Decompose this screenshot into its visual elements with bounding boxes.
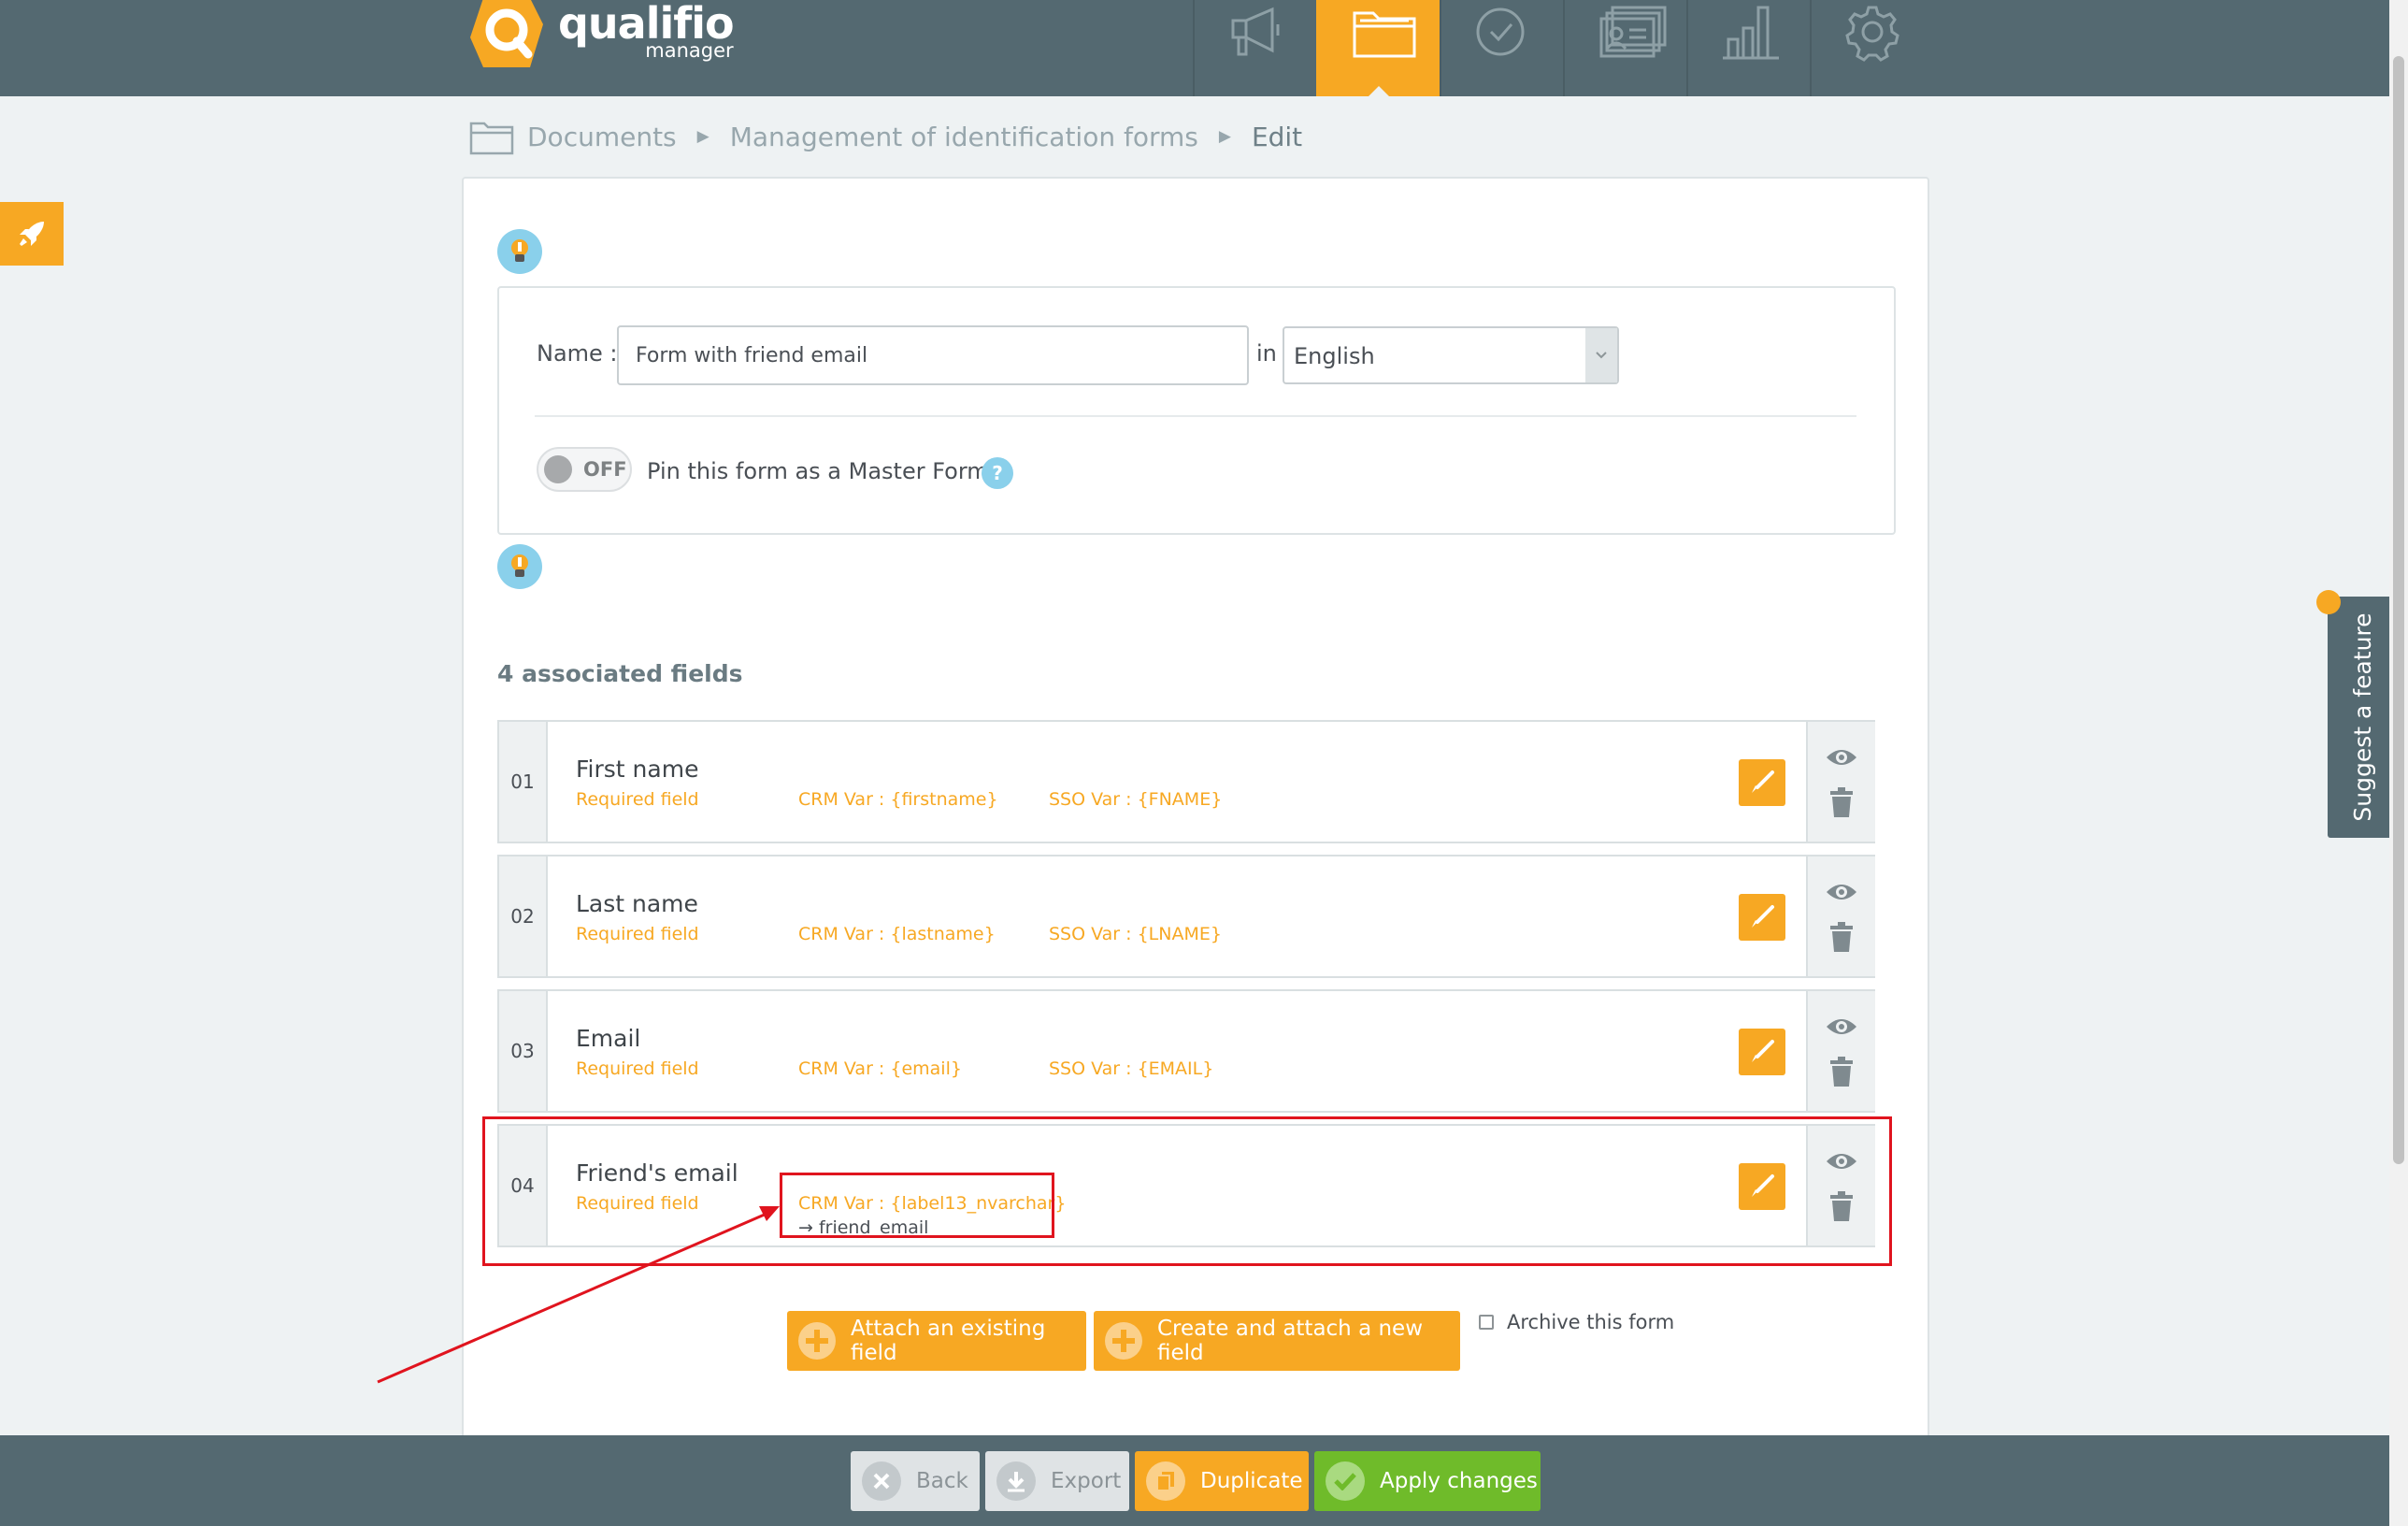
back-button[interactable]: Back (851, 1451, 980, 1511)
export-button[interactable]: Export (985, 1451, 1129, 1511)
create-new-label: Create and attach a new field (1157, 1317, 1424, 1365)
duplicate-icon (1146, 1461, 1185, 1501)
apply-changes-button[interactable]: Apply changes (1314, 1451, 1541, 1511)
check-icon (1326, 1461, 1365, 1501)
suggest-feature-label: Suggest a feature (2348, 612, 2376, 822)
duplicate-label: Duplicate (1200, 1469, 1303, 1493)
attach-existing-label: Attach an existing field (851, 1317, 1046, 1365)
archive-checkbox[interactable] (1479, 1315, 1494, 1330)
create-new-field-button[interactable]: Create and attach a new field (1094, 1311, 1460, 1371)
apply-changes-label: Apply changes (1380, 1469, 1538, 1493)
plus-icon (1105, 1322, 1142, 1360)
suggest-feature-tab[interactable]: Suggest a feature (2328, 597, 2389, 838)
archive-option[interactable]: Archive this form (1479, 1311, 1674, 1333)
export-label: Export (1051, 1469, 1122, 1493)
close-icon (862, 1461, 901, 1501)
duplicate-button[interactable]: Duplicate (1135, 1451, 1309, 1511)
annotation-arrow (377, 1206, 780, 1384)
attach-existing-field-button[interactable]: Attach an existing field (787, 1311, 1086, 1371)
download-icon (996, 1461, 1036, 1501)
notification-dot (2316, 590, 2341, 614)
plus-icon (798, 1322, 836, 1360)
archive-label: Archive this form (1507, 1311, 1675, 1333)
back-label: Back (916, 1469, 968, 1493)
